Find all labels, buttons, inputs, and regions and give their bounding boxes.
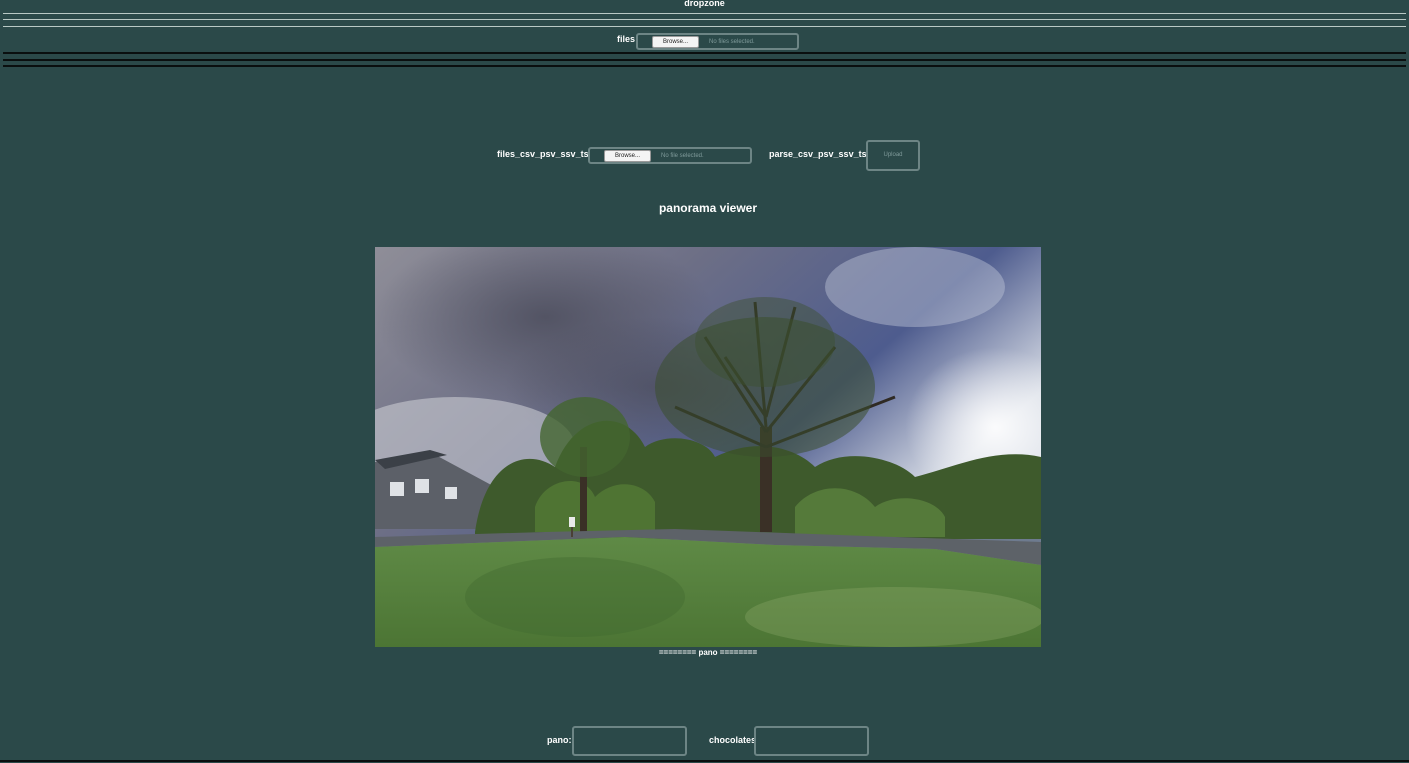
panorama-image: [375, 247, 1041, 647]
divider: [3, 13, 1406, 14]
divider: [3, 52, 1406, 54]
panorama-viewer[interactable]: [375, 247, 1041, 647]
pano-label: pano:: [547, 735, 572, 745]
files-input[interactable]: Browse... No files selected.: [636, 33, 799, 50]
csv-browse-button[interactable]: Browse...: [604, 150, 652, 162]
pano-caption: ======== pano ========: [658, 648, 758, 657]
dropzone-title: dropzone: [684, 0, 725, 8]
files-status: No files selected.: [709, 39, 755, 45]
upload-button[interactable]: Upload: [866, 140, 920, 171]
page: dropzone files Browse... No files select…: [0, 0, 1409, 763]
chocolates-label: chocolates: [709, 735, 757, 745]
divider: [3, 59, 1406, 61]
panorama-viewer-title: panorama viewer: [658, 201, 758, 215]
divider: [3, 26, 1406, 27]
csv-files-label: files_csv_psv_ssv_tsv: [497, 149, 594, 159]
divider: [3, 19, 1406, 20]
csv-files-input[interactable]: Browse... No file selected.: [588, 147, 752, 164]
divider: [3, 65, 1406, 67]
parse-label: parse_csv_psv_ssv_tsv: [769, 149, 872, 159]
chocolates-input[interactable]: [754, 726, 869, 756]
csv-files-status: No file selected.: [661, 153, 704, 159]
files-label: files: [617, 34, 636, 44]
files-browse-button[interactable]: Browse...: [652, 36, 700, 48]
pano-input[interactable]: [572, 726, 687, 756]
divider: [0, 760, 1409, 762]
